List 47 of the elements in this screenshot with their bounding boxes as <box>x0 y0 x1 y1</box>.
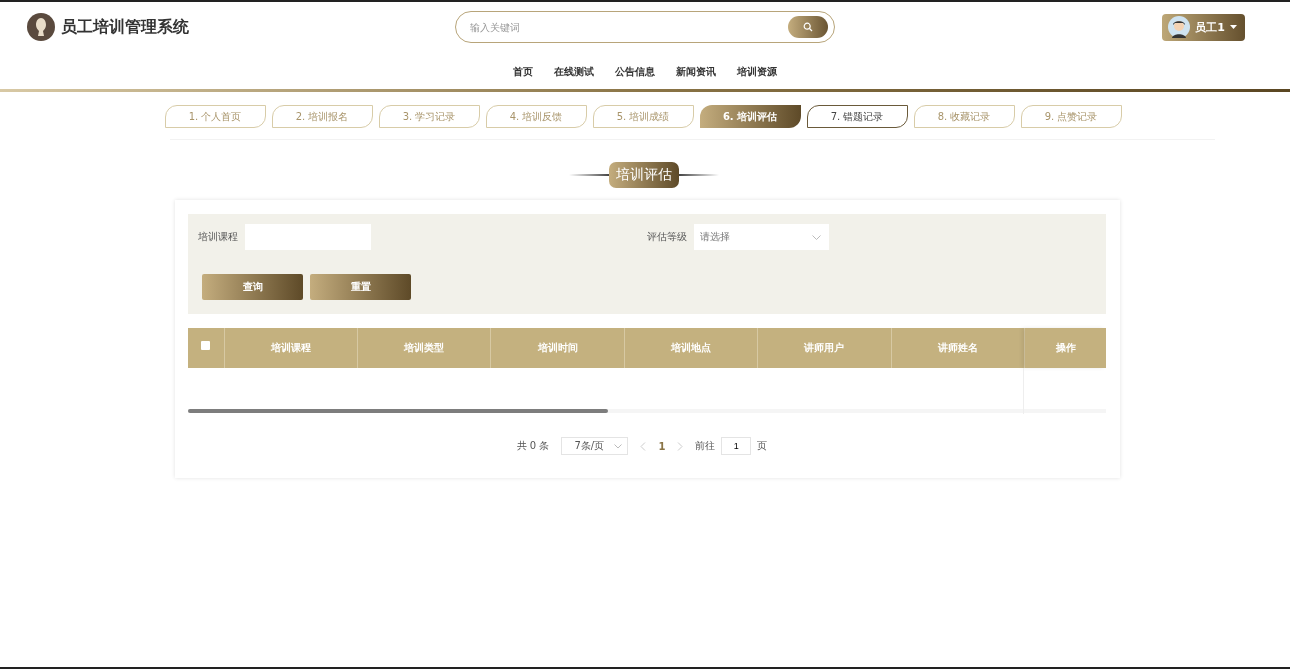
column-header: 培训课程 <box>224 328 358 368</box>
tab[interactable]: 8. 收藏记录 <box>913 105 1015 128</box>
page-size-select[interactable]: 7条/页 <box>561 437 629 455</box>
tab[interactable]: 2. 培训报名 <box>271 105 373 128</box>
total-count: 共 0 条 <box>516 439 550 453</box>
tab[interactable]: 5. 培训成绩 <box>592 105 694 128</box>
tab[interactable]: 6. 培训评估 <box>699 105 801 128</box>
tab[interactable]: 9. 点赞记录 <box>1020 105 1122 128</box>
filter-label: 评估等级 <box>647 230 687 244</box>
nav-link[interactable]: 培训资源 <box>737 65 777 89</box>
column-header: 讲师用户 <box>758 328 892 368</box>
next-page-icon[interactable] <box>677 441 684 451</box>
site-title: 员工培训管理系统 <box>61 16 189 38</box>
select-field[interactable]: 请选择 <box>694 224 829 250</box>
section-title: 培训评估 <box>608 162 679 188</box>
prev-page-icon[interactable] <box>640 441 647 451</box>
nav-link[interactable]: 在线测试 <box>554 65 594 89</box>
page-unit: 页 <box>757 439 768 453</box>
user-menu-button[interactable]: 员工1 <box>1162 13 1245 41</box>
nav-link[interactable]: 公告信息 <box>615 65 655 89</box>
filter-label: 培训课程 <box>198 230 238 244</box>
avatar-icon <box>1168 16 1191 38</box>
tab[interactable]: 7. 错题记录 <box>806 105 908 128</box>
column-header: 操作 <box>1025 328 1107 368</box>
nav-link[interactable]: 首页 <box>513 65 533 89</box>
scrollbar-thumb[interactable] <box>188 409 608 413</box>
tab[interactable]: 4. 培训反馈 <box>485 105 587 128</box>
goto-label: 前往 <box>695 439 716 453</box>
search-icon <box>803 22 813 32</box>
checkbox[interactable] <box>201 341 211 350</box>
column-header: 培训类型 <box>358 328 492 368</box>
chevron-icon <box>812 234 821 240</box>
chevron-icon <box>614 443 623 449</box>
search-field[interactable]: 输入关键词 <box>455 11 835 43</box>
action-button[interactable]: 重置 <box>310 274 411 300</box>
column-header: 培训地点 <box>624 328 759 368</box>
page-input[interactable]: 1 <box>721 437 752 455</box>
nav-link[interactable]: 新闻资讯 <box>676 65 716 89</box>
tab[interactable]: 1. 个人首页 <box>164 105 266 128</box>
page-number[interactable]: 1 <box>658 440 666 452</box>
column-header: 讲师姓名 <box>891 328 1025 368</box>
action-button[interactable]: 查询 <box>202 274 303 300</box>
logo-icon <box>27 13 55 41</box>
caret-icon <box>1230 25 1237 29</box>
column-header: 培训时间 <box>491 328 625 368</box>
search-button[interactable] <box>788 16 828 38</box>
tab[interactable]: 3. 学习记录 <box>378 105 480 128</box>
